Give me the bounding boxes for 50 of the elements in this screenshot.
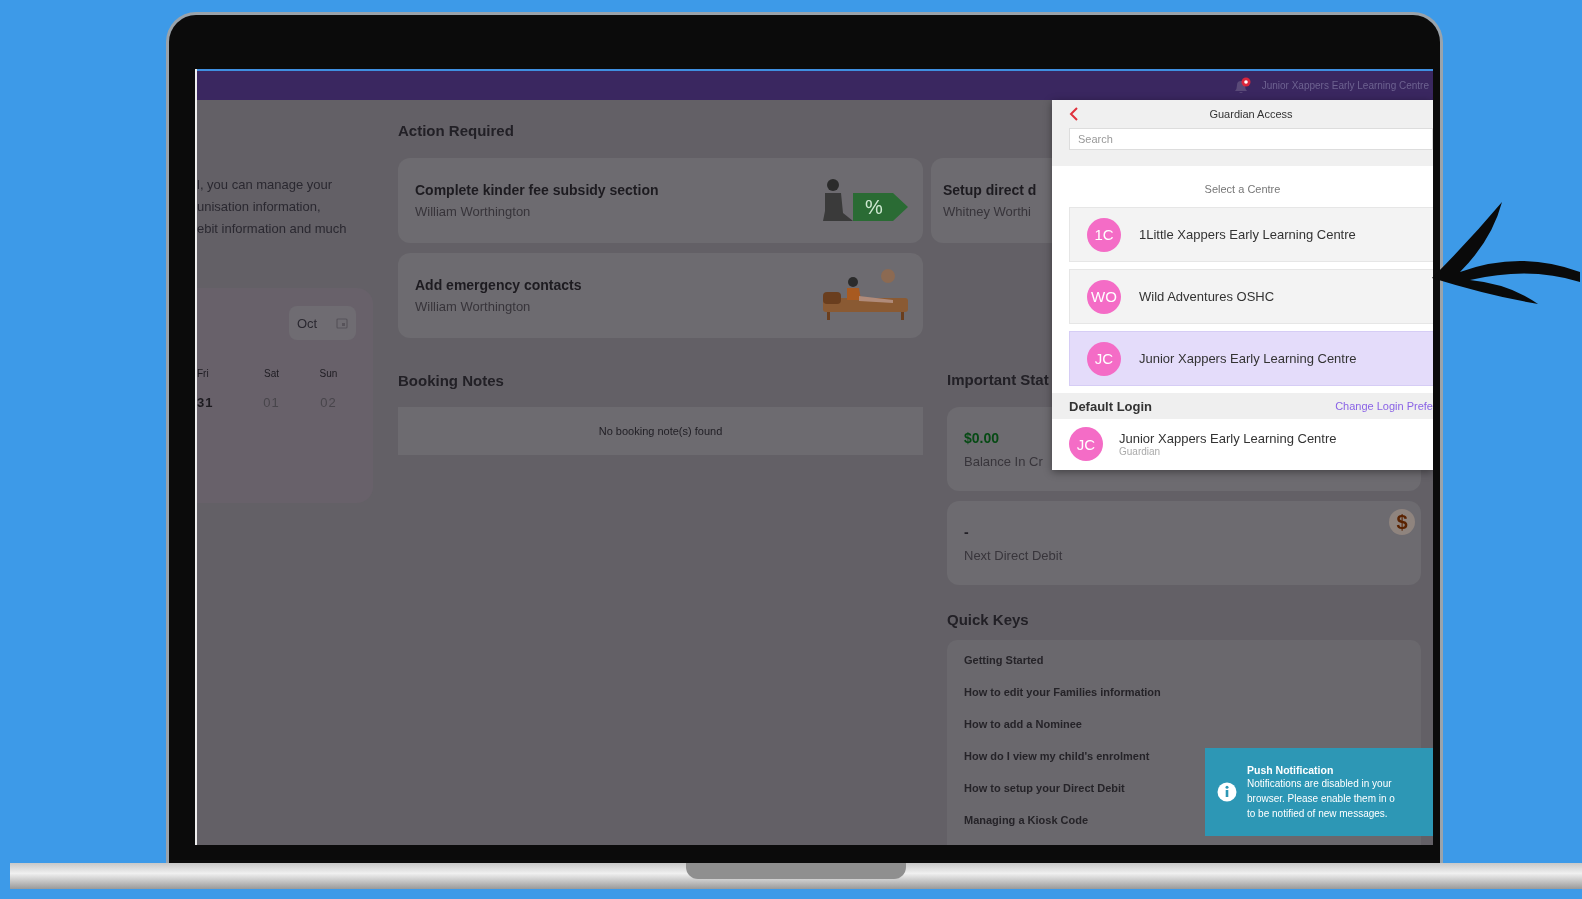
centre-name[interactable]: Junior Xappers Early Learning Centre [1261, 80, 1429, 91]
notification-text: Notifications are disabled in your [1247, 776, 1393, 791]
centre-name: Junior Xappers Early Learning Centre [1119, 431, 1337, 446]
search-field[interactable]: Search [1069, 128, 1433, 150]
section-heading: Quick Keys [947, 611, 1030, 628]
stat-value: - [964, 523, 969, 540]
select-centre-label: Select a Centre [1203, 183, 1282, 195]
section-heading: Important Stat [947, 371, 1050, 388]
action-title: Add emergency contacts [415, 277, 582, 293]
month-select[interactable]: Oct [289, 306, 356, 340]
panel-title: Guardian Access [1208, 108, 1294, 120]
quick-key-link[interactable]: How to edit your Families information [964, 684, 1404, 700]
action-card[interactable]: Setup direct d Whitney Worthi [931, 158, 1052, 243]
initials-avatar: JC [1087, 341, 1121, 376]
action-person: William Worthington [415, 299, 532, 314]
notification-text: to be notified of new messages. [1247, 806, 1389, 821]
info-icon [1217, 782, 1237, 802]
stat-value: $0.00 [964, 429, 1000, 446]
notification-title: Push Notification [1247, 763, 1335, 776]
calendar-icon [336, 317, 348, 329]
intro-text: ebit information and much [197, 220, 348, 238]
intro-text: l, you can manage your [197, 176, 334, 194]
change-login-link[interactable]: Change Login Prefe [1335, 400, 1433, 412]
woman-with-tag-drawing: % [813, 170, 913, 231]
default-login-heading: Default Login [1069, 398, 1153, 414]
centre-item[interactable]: WO Wild Adventures OSHC [1069, 269, 1433, 324]
empty-message: No booking note(s) found [598, 425, 723, 437]
weekday-label: Sun [319, 368, 338, 379]
weekday-label: Fri [197, 368, 209, 379]
weekday-label: Sat [264, 368, 279, 379]
dollar-icon: $ [1389, 509, 1415, 535]
action-card[interactable]: Complete kinder fee subsidy section William Worthington % [398, 158, 923, 243]
centre-item[interactable]: 1C 1Little Xappers Early Learning Centre [1069, 207, 1433, 262]
back-icon[interactable] [1069, 107, 1079, 121]
action-title: Complete kinder fee subsidy section [415, 182, 659, 198]
centre-item[interactable]: JC Junior Xappers Early Learning Centre [1069, 331, 1433, 386]
action-card[interactable]: Add emergency contacts William Worthington [398, 253, 923, 338]
date-number[interactable]: 31 [197, 395, 214, 410]
notification-text: browser. Please enable them in o [1247, 791, 1395, 806]
quick-key-link[interactable]: How to add a Nominee [964, 716, 1404, 732]
initials-avatar: JC [1069, 427, 1103, 461]
section-heading: Booking Notes [398, 372, 505, 389]
intro-text: unisation information, [197, 198, 322, 216]
quick-key-link[interactable]: Getting Started [964, 652, 1404, 668]
action-person: Whitney Worthi [943, 204, 1032, 219]
action-title: Setup direct d [943, 182, 1037, 198]
role-label: Guardian [1119, 446, 1162, 457]
initials-avatar: WO [1087, 279, 1121, 314]
action-person: William Worthington [415, 204, 532, 219]
initials-avatar: 1C [1087, 217, 1121, 252]
